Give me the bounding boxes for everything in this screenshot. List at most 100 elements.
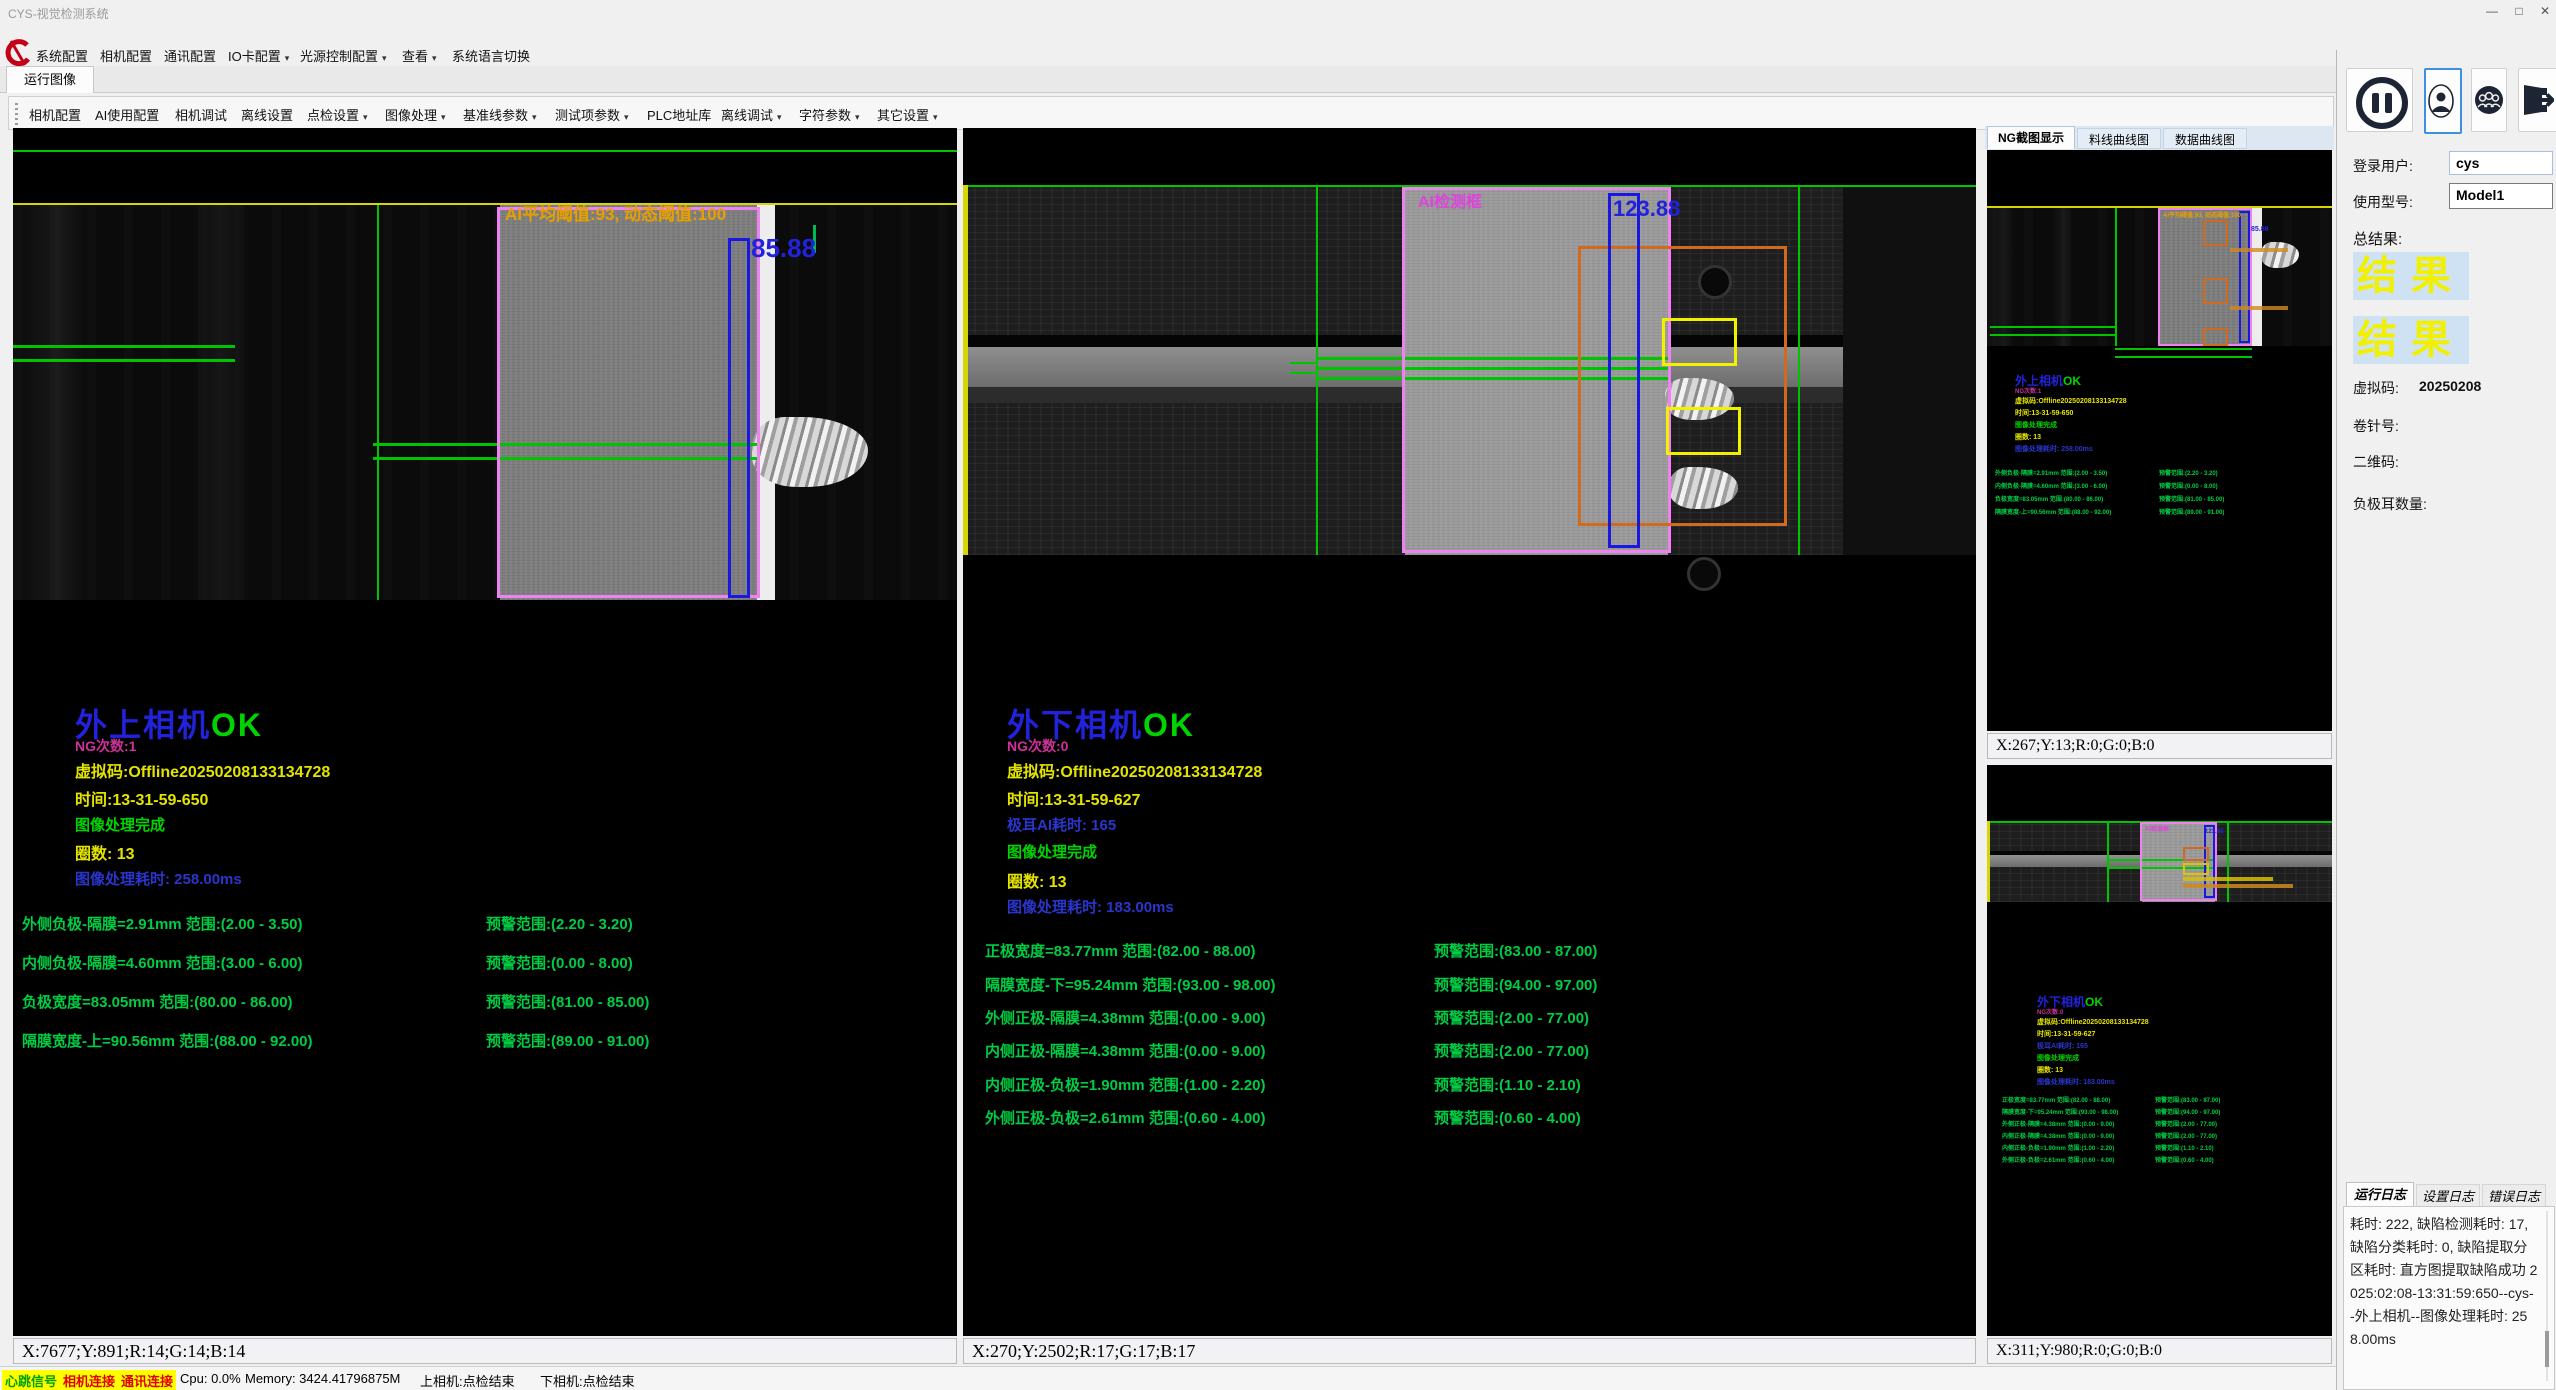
tool-testitem-params[interactable]: 测试项参数 [555,105,629,124]
mini-ai-box-label: AI检测框 [2145,824,2169,833]
mini-measure-value: 85.88 [2251,226,2269,233]
tiny-annotation [2230,306,2288,310]
mini-measurement: 内侧负极-隔膜=4.60mm 范围:(3.00 - 6.00) [1995,481,2107,490]
measure-value-label: 85.88 [751,233,816,264]
mini-warn: 预警范围:(89.00 - 91.00) [2159,507,2224,516]
bolt-circle [1687,557,1721,591]
pause-button[interactable] [2346,68,2413,132]
preview-tab-material-curve[interactable]: 料线曲线图 [2077,128,2161,149]
exit-door-icon [2522,83,2554,117]
lower-camera-panel[interactable]: AI检测框 123.88 外下相机OK NG次数:0 虚拟码:Offline20… [963,128,1976,1336]
mini-measure-value: 123.88 [2205,829,2223,835]
left-coords-bar: X:7677;Y:891;R:14;G:14;B:14 [13,1338,957,1364]
status-bar: 心跳信号 相机连接 通讯连接 Cpu: 0.0% Memory: 3424.41… [0,1366,2336,1390]
log-tab-setting[interactable]: 设置日志 [2416,1184,2480,1208]
green-vertical-line [2107,821,2109,902]
mini-warn: 预警范围:(2.20 - 3.20) [2159,468,2218,477]
menu-comm-config[interactable]: 通讯配置 [164,46,216,65]
green-vertical-line [2115,208,2117,346]
blue-roi-box [728,238,750,598]
ng-preview-bottom[interactable]: AI检测框 123.88 外下相机OK NG次数:0 虚拟码:Offline20… [1987,765,2332,1336]
user-login-button[interactable] [2424,68,2462,134]
maximize-button[interactable]: □ [2507,2,2531,20]
orange-roi-box [2203,278,2228,304]
process-done-label: 图像处理完成 [75,814,165,835]
virtual-code-label: 虚拟码: [2353,378,2399,398]
orange-roi-box [2203,328,2228,346]
mini-loop-count: 圈数: 13 [2037,1065,2063,1075]
mini-process-time: 图像处理耗时: 258.00ms [2015,444,2093,454]
minimize-button[interactable]: — [2480,2,2504,20]
mini-warn: 预警范围:(0.00 - 8.00) [2159,481,2218,490]
tool-spotcheck-set[interactable]: 点检设置 [307,105,368,124]
green-horizontal-line [1990,326,2115,328]
log-scrollbar-track[interactable] [2546,1211,2548,1381]
close-button[interactable]: ✕ [2533,2,2556,20]
exit-button[interactable] [2518,68,2556,132]
tool-plc-address[interactable]: PLC地址库 [647,105,711,124]
measurement-row: 隔膜宽度-上=90.56mm 范围:(88.00 - 92.00) [22,1030,313,1051]
tool-image-process[interactable]: 图像处理 [385,105,446,124]
tab-run-image[interactable]: 运行图像 [6,66,94,93]
sidebar: 登录用户: cys 使用型号: Model1 总结果: 结果 结果 虚拟码: 2… [2336,50,2556,1390]
tool-ai-use-config[interactable]: AI使用配置 [95,105,159,124]
log-tab-error[interactable]: 错误日志 [2482,1184,2546,1208]
green-horizontal-line [1990,334,2115,336]
menu-light-config[interactable]: 光源控制配置 [300,46,387,65]
mini-process-done: 图像处理完成 [2015,420,2057,430]
menu-language-switch[interactable]: 系统语言切换 [452,46,530,65]
ng-preview-top[interactable]: AI平均阈值:93, 动态阈值:100 85.88 外上相机OK NG次数:1 … [1987,150,2332,731]
preview-image: AI检测框 123.88 [1987,821,2332,902]
title-bar: CYS-视觉检测系统 — □ ✕ [0,0,2556,26]
mini-measurement: 正极宽度=83.77mm 范围:(82.00 - 88.00) [2002,1095,2110,1104]
needle-number-label: 卷针号: [2353,416,2399,436]
camera-connect-indicator: 相机连接 [60,1370,118,1390]
log-content-box[interactable]: 耗时: 222, 缺陷检测耗时: 17, 缺陷分类耗时: 0, 缺陷提取分区耗时… [2343,1206,2555,1390]
tool-baseline-params[interactable]: 基准线参数 [463,105,537,124]
mini-warn: 预警范围:(2.00 - 77.00) [2155,1119,2217,1128]
log-scrollbar-thumb[interactable] [2545,1331,2549,1367]
preview-tab-ng[interactable]: NG截图显示 [1987,126,2075,149]
tool-offline-debug[interactable]: 离线调试 [721,105,782,124]
app-logo-icon [3,38,31,68]
process-time-label: 图像处理耗时: 258.00ms [75,868,242,889]
yellow-tab-box [1666,407,1741,455]
process-done-label: 图像处理完成 [1007,841,1097,862]
left-camera-image [13,205,957,600]
login-user-field[interactable]: cys [2449,151,2553,175]
toolbar-drag-handle-icon[interactable] [15,101,18,125]
green-horizontal-line [2115,348,2252,350]
loop-count-label: 圈数: 13 [1007,868,1067,892]
log-tab-run[interactable]: 运行日志 [2346,1182,2414,1206]
preview-tab-data-curve[interactable]: 数据曲线图 [2163,128,2247,149]
tool-other-settings[interactable]: 其它设置 [877,105,938,124]
ng-count-label: NG次数:1 [75,736,136,756]
tool-offline-set[interactable]: 离线设置 [241,105,293,124]
green-tick-line [1290,372,1316,374]
window-title: CYS-视觉检测系统 [8,5,109,22]
model-field[interactable]: Model1 [2449,183,2553,209]
mini-measurement: 内侧正极-隔膜=4.38mm 范围:(0.00 - 9.00) [2002,1131,2114,1140]
log-content: 耗时: 222, 缺陷检测耗时: 17, 缺陷分类耗时: 0, 缺陷提取分区耗时… [2350,1213,2538,1351]
warn-range: 预警范围:(0.00 - 8.00) [486,952,633,973]
menu-io-config[interactable]: IO卡配置 [228,46,289,65]
tool-camera-debug[interactable]: 相机调试 [175,105,227,124]
user-manage-button[interactable] [2471,68,2507,132]
menu-system-config[interactable]: 系统配置 [36,46,88,65]
left-camera-panel[interactable]: AI平均阈值:93, 动态阈值:100 85.88 外上相机OK NG次数:1 … [13,128,957,1336]
mini-warn: 预警范围:(1.10 - 2.10) [2155,1143,2214,1152]
measurement-row: 外侧负极-隔膜=2.91mm 范围:(2.00 - 3.50) [22,913,303,934]
mini-ng-count: NG次数:0 [2037,1007,2063,1016]
preview-bottom-coords-bar: X:311;Y:980;R:0;G:0;B:0 [1987,1338,2332,1364]
mini-tab-ai-time: 极耳AI耗时: 165 [2037,1041,2088,1051]
tool-char-params[interactable]: 字符参数 [799,105,860,124]
green-reference-line [13,150,957,152]
menu-camera-config[interactable]: 相机配置 [100,46,152,65]
app-window: CYS-视觉检测系统 — □ ✕ 系统配置 相机配置 通讯配置 IO卡配置 光源… [0,0,2556,1390]
menu-view[interactable]: 查看 [402,46,437,65]
tool-camera-config[interactable]: 相机配置 [29,105,81,124]
yellow-tab-box [1662,318,1737,366]
toolbar: 相机配置 AI使用配置 相机调试 离线设置 点检设置 图像处理 基准线参数 测试… [8,96,2334,130]
metal-tab-foil [2261,242,2299,268]
warn-range: 预警范围:(1.10 - 2.10) [1434,1074,1581,1095]
